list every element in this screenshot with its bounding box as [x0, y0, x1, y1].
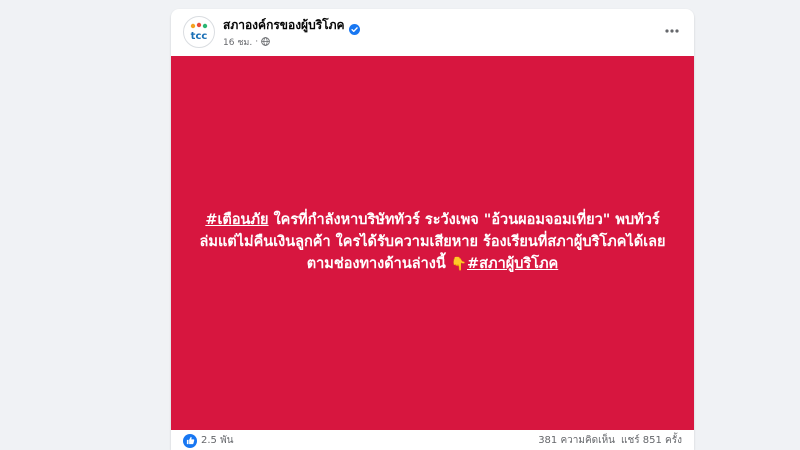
post-message: ใครที่กำลังหาบริษัททัวร์ ระวังเพจ "อ้วนผ… — [199, 211, 666, 272]
reactions-summary[interactable]: 2.5 พัน — [183, 433, 234, 448]
svg-text:tcc: tcc — [191, 31, 208, 42]
post-image[interactable]: #เตือนภัย ใครที่กำลังหาบริษัททัวร์ ระวัง… — [171, 56, 694, 430]
post-text: #เตือนภัย ใครที่กำลังหาบริษัททัวร์ ระวัง… — [198, 209, 668, 276]
page-name-row: สภาองค์กรของผู้บริโภค — [223, 16, 360, 35]
page-name[interactable]: สภาองค์กรของผู้บริโภค — [223, 16, 345, 35]
more-horizontal-icon — [665, 29, 679, 33]
post-timestamp[interactable]: 16 ชม. — [223, 35, 252, 49]
hashtag-warning[interactable]: #เตือนภัย — [205, 212, 268, 228]
shares-count[interactable]: แชร์ 851 ครั้ง — [621, 433, 682, 448]
meta-separator: · — [255, 36, 259, 47]
tcc-logo-icon: tcc — [191, 22, 208, 42]
comments-count[interactable]: 381 ความคิดเห็น — [538, 433, 615, 448]
page-avatar[interactable]: tcc — [183, 16, 215, 48]
like-icon — [183, 433, 197, 448]
verified-badge-icon — [348, 20, 360, 35]
post-card: tcc สภาองค์กรของผู้บริโภค 16 ชม. · #เตือ… — [171, 9, 694, 450]
hashtag-consumer-council[interactable]: #สภาผู้บริโภค — [467, 256, 558, 272]
post-footer: 2.5 พัน 381 ความคิดเห็น แชร์ 851 ครั้ง — [171, 430, 694, 450]
post-header: tcc สภาองค์กรของผู้บริโภค 16 ชม. · — [171, 9, 694, 56]
post-stats: 381 ความคิดเห็น แชร์ 851 ครั้ง — [538, 433, 682, 448]
more-options-button[interactable] — [660, 21, 684, 41]
pointing-down-icon: 👇 — [450, 256, 468, 272]
reaction-count: 2.5 พัน — [201, 435, 234, 446]
post-meta: 16 ชม. · — [223, 35, 270, 48]
globe-icon[interactable] — [261, 37, 270, 46]
